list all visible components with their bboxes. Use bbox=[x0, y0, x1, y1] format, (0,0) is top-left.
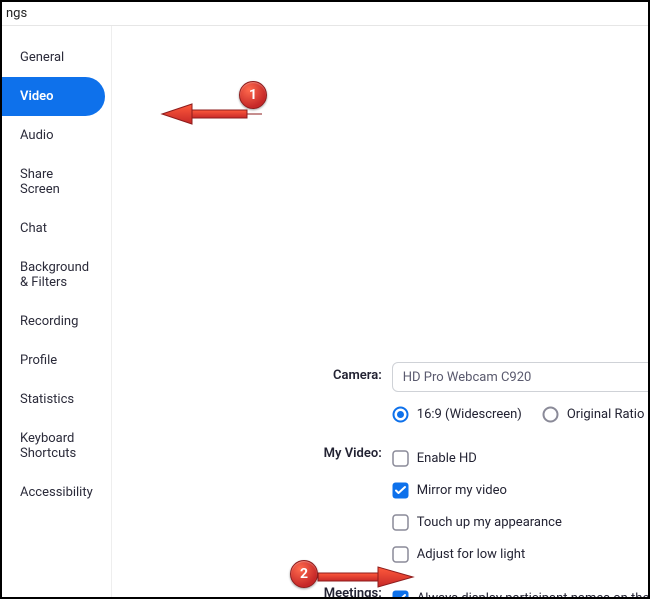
camera-select[interactable]: HD Pro Webcam C920 bbox=[392, 362, 650, 392]
settings-window: ngs General Video Audio Share Screen Cha… bbox=[0, 0, 650, 599]
sidebar-item-label: Share Screen bbox=[20, 167, 60, 197]
aspect-radio-original[interactable]: Original Ratio bbox=[542, 400, 645, 428]
window-title: ngs bbox=[6, 6, 27, 21]
checkbox-show-names[interactable]: Always display participant names on thei… bbox=[392, 584, 650, 599]
camera-select-value: HD Pro Webcam C920 bbox=[403, 370, 532, 385]
my-video-label: My Video: bbox=[312, 440, 392, 461]
checkbox-label: Enable HD bbox=[417, 451, 477, 466]
sidebar-item-audio[interactable]: Audio bbox=[2, 116, 111, 155]
checkbox-mirror-video[interactable]: Mirror my video bbox=[392, 476, 650, 504]
checkbox-icon bbox=[392, 590, 409, 599]
sidebar-item-recording[interactable]: Recording bbox=[2, 302, 111, 341]
meetings-label: Meetings: bbox=[312, 580, 392, 599]
meetings-group: Meetings: Always display participant nam… bbox=[112, 574, 650, 599]
checkbox-label: Always display participant names on thei… bbox=[417, 591, 650, 599]
my-video-group: My Video: Enable HD Mirror my video Touc… bbox=[112, 434, 650, 574]
sidebar-item-label: Background & Filters bbox=[20, 260, 89, 290]
sidebar-item-keyboard-shortcuts[interactable]: Keyboard Shortcuts bbox=[2, 419, 111, 473]
checkbox-low-light[interactable]: Adjust for low light bbox=[392, 540, 650, 568]
radio-label: 16:9 (Widescreen) bbox=[417, 407, 522, 422]
checkbox-touch-up[interactable]: Touch up my appearance bbox=[392, 508, 650, 536]
sidebar-item-label: Keyboard Shortcuts bbox=[20, 431, 76, 461]
window-titlebar: ngs bbox=[2, 2, 648, 26]
sidebar-item-general[interactable]: General bbox=[2, 38, 111, 77]
camera-group: Camera: HD Pro Webcam C920 16:9 bbox=[112, 356, 650, 434]
checkbox-label: Adjust for low light bbox=[417, 547, 525, 562]
radio-icon bbox=[392, 406, 409, 423]
checkbox-enable-hd[interactable]: Enable HD bbox=[392, 444, 650, 472]
sidebar-item-background-filters[interactable]: Background & Filters bbox=[2, 248, 111, 302]
video-preview-placeholder bbox=[112, 46, 650, 356]
camera-label: Camera: bbox=[312, 362, 392, 383]
sidebar-item-share-screen[interactable]: Share Screen bbox=[2, 155, 111, 209]
checkbox-icon bbox=[392, 450, 409, 467]
sidebar-item-accessibility[interactable]: Accessibility bbox=[2, 473, 111, 512]
sidebar-item-label: Accessibility bbox=[20, 485, 93, 500]
sidebar-item-label: Profile bbox=[20, 353, 57, 368]
checkbox-icon bbox=[392, 514, 409, 531]
window-content: General Video Audio Share Screen Chat Ba… bbox=[2, 26, 648, 597]
sidebar-item-label: Audio bbox=[20, 128, 53, 143]
sidebar-item-profile[interactable]: Profile bbox=[2, 341, 111, 380]
sidebar-item-statistics[interactable]: Statistics bbox=[2, 380, 111, 419]
radio-label: Original Ratio bbox=[567, 407, 645, 422]
checkbox-icon bbox=[392, 546, 409, 563]
sidebar-item-label: Chat bbox=[20, 221, 47, 236]
aspect-radio-widescreen[interactable]: 16:9 (Widescreen) bbox=[392, 400, 522, 428]
sidebar-item-label: General bbox=[20, 50, 64, 65]
sidebar-item-label: Recording bbox=[20, 314, 78, 329]
settings-sidebar: General Video Audio Share Screen Chat Ba… bbox=[2, 26, 112, 597]
checkbox-label: Touch up my appearance bbox=[417, 515, 562, 530]
sidebar-item-chat[interactable]: Chat bbox=[2, 209, 111, 248]
sidebar-item-video[interactable]: Video bbox=[2, 77, 105, 116]
sidebar-item-label: Video bbox=[20, 89, 54, 104]
radio-icon bbox=[542, 406, 559, 423]
checkbox-label: Mirror my video bbox=[417, 483, 507, 498]
checkbox-icon bbox=[392, 482, 409, 499]
video-settings-panel: Camera: HD Pro Webcam C920 16:9 bbox=[112, 26, 650, 597]
sidebar-item-label: Statistics bbox=[20, 392, 74, 407]
